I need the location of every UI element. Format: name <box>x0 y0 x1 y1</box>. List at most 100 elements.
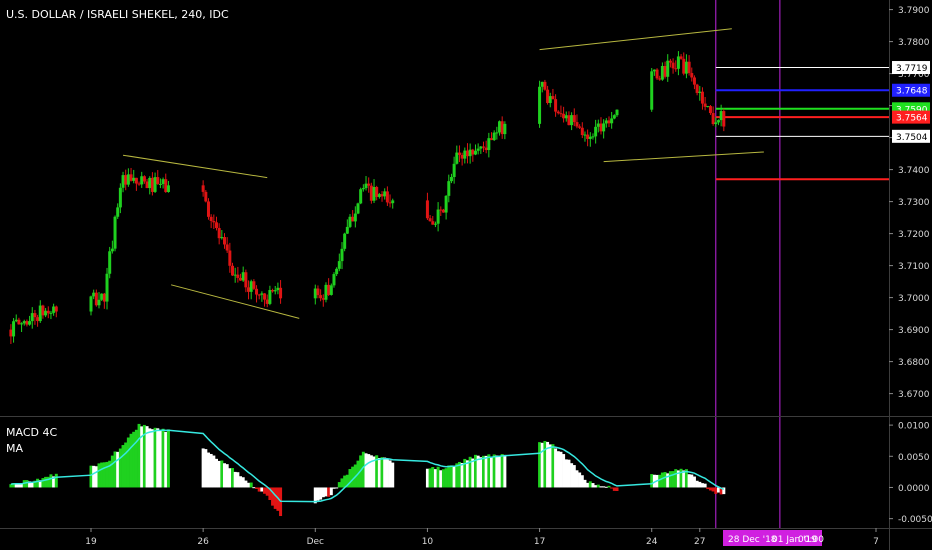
candle-body <box>594 126 598 137</box>
candle-body <box>612 115 616 119</box>
candle-body <box>615 109 619 116</box>
candle-body <box>700 91 704 104</box>
candle-body <box>714 122 718 125</box>
macd-tick-label: 0.0100 <box>898 422 930 432</box>
candle-body <box>679 56 683 59</box>
macd-bar <box>449 465 453 488</box>
macd-bar <box>158 430 162 488</box>
price-tick-label: 3.6700 <box>898 390 930 400</box>
macd-bar <box>116 451 120 488</box>
macd-bar <box>100 462 104 488</box>
candle-body <box>671 62 675 69</box>
macd-bar <box>249 482 253 488</box>
macd-tick-label: 0.0000 <box>898 484 930 494</box>
candle-body <box>457 152 461 155</box>
macd-bar <box>327 487 331 497</box>
macd-bar <box>94 466 98 488</box>
macd-bar <box>551 444 555 488</box>
macd-bar <box>599 486 603 488</box>
candle-body <box>596 123 600 127</box>
macd-bar <box>658 474 662 488</box>
macd-bar <box>610 487 614 489</box>
macd-bar <box>260 487 264 492</box>
candle <box>655 68 659 80</box>
macd-bar <box>433 469 437 488</box>
candle-body <box>212 220 216 223</box>
macd-bar <box>252 487 256 489</box>
macd-bar <box>556 451 560 488</box>
candle-body <box>206 201 210 217</box>
candle <box>650 67 654 112</box>
macd-bar <box>682 470 686 488</box>
candle-body <box>265 299 269 304</box>
macd-bar <box>241 477 245 488</box>
candle-body <box>54 306 58 312</box>
candle-body <box>538 86 542 124</box>
macd-bar <box>559 451 563 488</box>
candle-body <box>447 181 451 196</box>
candle-body <box>361 188 365 190</box>
candle-body <box>324 284 328 300</box>
candle-body <box>588 136 592 139</box>
macd-bar <box>129 433 133 488</box>
candle-body <box>49 312 53 314</box>
candle-body <box>503 123 507 135</box>
candle-body <box>156 177 160 185</box>
candle-body <box>46 310 50 314</box>
candle-body <box>257 294 261 296</box>
candle-body <box>703 103 707 107</box>
candle-body <box>132 177 136 181</box>
candle-body <box>233 274 237 276</box>
candle-body <box>367 183 371 186</box>
candle-body <box>217 228 221 239</box>
macd-bar <box>700 483 704 488</box>
macd-bar <box>391 462 395 488</box>
macd-bar <box>49 474 53 488</box>
candle-body <box>441 209 445 213</box>
candle-body <box>220 237 224 239</box>
candle-body <box>452 163 456 178</box>
macd-bar <box>538 442 542 488</box>
macd-bar <box>316 487 320 501</box>
candle-body <box>94 292 98 306</box>
candle-body <box>484 147 488 151</box>
candle-body <box>353 213 357 222</box>
candle-body <box>383 191 387 197</box>
candle-body <box>260 293 264 295</box>
candle-body <box>327 284 331 295</box>
candle-body <box>20 323 24 325</box>
candle-body <box>372 186 376 201</box>
macd-bar <box>444 468 448 488</box>
candle-body <box>9 329 13 337</box>
candle-body <box>89 296 93 312</box>
candle-body <box>460 154 464 159</box>
macd-bar <box>425 468 429 488</box>
candle-body <box>36 317 40 322</box>
candle-body <box>126 174 130 185</box>
macd-bar <box>385 459 389 488</box>
candle-body <box>391 200 395 204</box>
candle-body <box>321 298 325 300</box>
candle-body <box>279 287 283 299</box>
price-tick-label: 3.7800 <box>898 38 930 48</box>
candle-body <box>500 121 504 135</box>
candle-body <box>102 293 106 302</box>
macd-bar <box>92 465 96 488</box>
crosshair-date-text: 28 Dec '18 <box>728 535 777 545</box>
macd-bar <box>604 486 608 488</box>
candle-body <box>690 73 694 78</box>
candle-body <box>214 222 218 229</box>
macd-bar <box>121 445 125 488</box>
macd-bar <box>695 480 699 488</box>
price-badge-label: 3.7504 <box>896 133 928 143</box>
macd-bar <box>479 457 483 488</box>
candle-body <box>223 237 227 245</box>
candle-body <box>551 96 555 100</box>
macd-bar <box>490 456 494 488</box>
macd-bar <box>455 463 459 488</box>
candle-body <box>158 183 162 185</box>
price-chart[interactable]: 3.79003.78003.77003.76003.75003.74003.73… <box>0 0 932 550</box>
candle-body <box>113 216 117 249</box>
candle-body <box>375 186 379 197</box>
candle-body <box>425 200 429 219</box>
